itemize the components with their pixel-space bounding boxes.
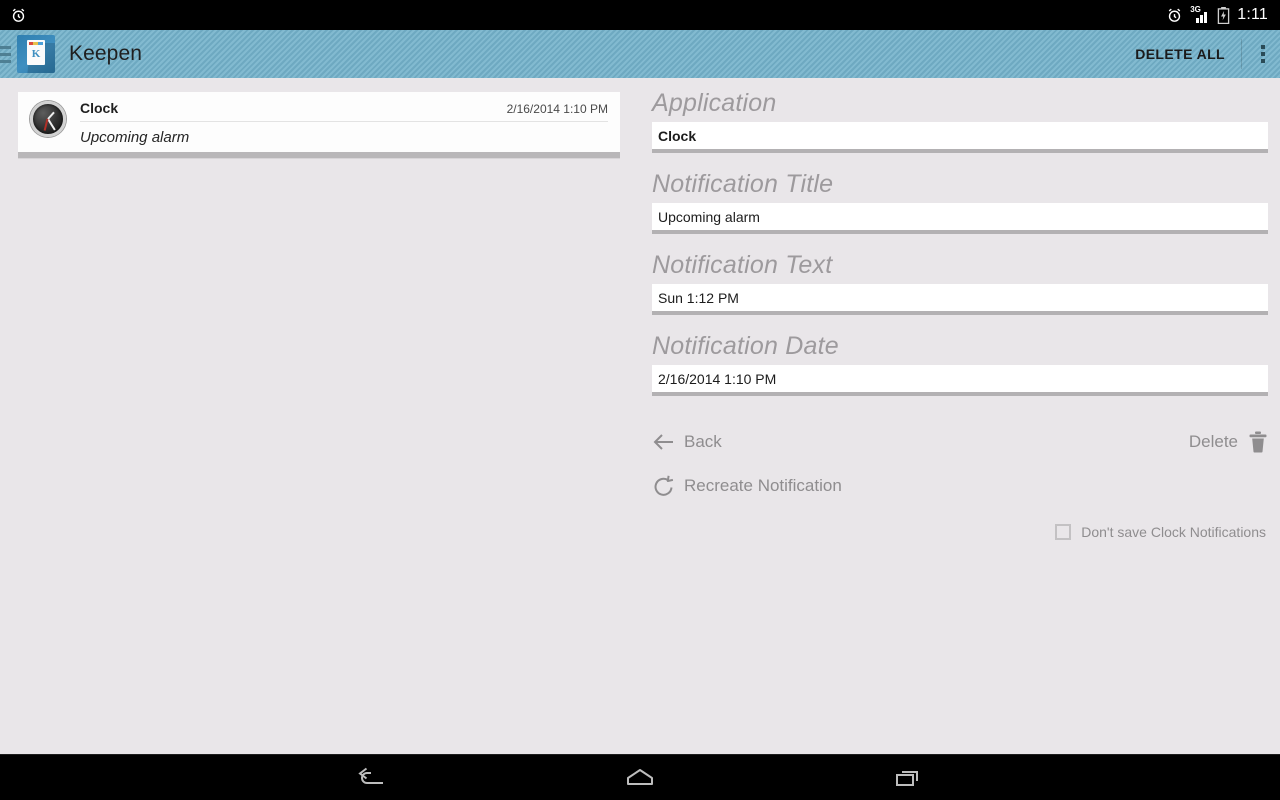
application-value: Clock [658,127,697,144]
action-row-primary: Back Delete [652,420,1268,464]
action-bar-divider [1241,39,1242,69]
back-label: Back [684,432,722,451]
application-field[interactable]: Clock [652,122,1268,153]
list-item-app-name: Clock [80,100,119,116]
app-screen: 3G 1:11 K Keepen DELETE ALL Clock 2/16/2… [0,0,1280,800]
notification-text-value: Sun 1:12 PM [658,289,739,306]
dont-save-label: Don't save Clock Notifications [1081,524,1266,540]
keepen-app-icon[interactable]: K [17,35,55,73]
notification-list-pane: Clock 2/16/2014 1:10 PM Upcoming alarm [0,78,636,754]
notification-date-value: 2/16/2014 1:10 PM [658,370,777,387]
notification-title-field[interactable]: Upcoming alarm [652,203,1268,234]
dont-save-row[interactable]: Don't save Clock Notifications [652,524,1268,540]
dont-save-checkbox[interactable] [1055,524,1072,540]
action-bar-right: DELETE ALL [1123,30,1280,78]
detail-actions: Back Delete Recreate Notification Don't … [652,420,1268,540]
notification-date-label: Notification Date [652,332,839,360]
nav-home-icon[interactable] [610,755,670,800]
status-bar-clock: 1:11 [1237,6,1268,23]
system-navigation-bar [0,754,1280,800]
network-type-label: 3G [1190,5,1201,14]
list-item-text: Upcoming alarm [80,129,190,146]
notification-date-field[interactable]: 2/16/2014 1:10 PM [652,365,1268,396]
delete-all-button[interactable]: DELETE ALL [1123,46,1237,62]
arrow-left-icon [652,430,676,454]
alarm-clock-icon-right [1166,7,1183,24]
notification-title-label: Notification Title [652,170,834,198]
clock-app-icon [30,101,66,137]
list-item[interactable]: Clock 2/16/2014 1:10 PM Upcoming alarm [18,92,620,158]
alarm-clock-icon [10,7,27,24]
overflow-menu-icon[interactable] [1246,30,1280,78]
notification-title-value: Upcoming alarm [658,208,760,225]
delete-button[interactable]: Delete [1189,431,1268,453]
action-row-secondary: Recreate Notification [652,464,1268,508]
list-item-timestamp: 2/16/2014 1:10 PM [506,102,608,116]
delete-label: Delete [1188,432,1238,451]
nav-back-icon[interactable] [342,755,402,800]
drawer-indicator-icon[interactable] [0,30,14,78]
back-button[interactable]: Back [652,430,722,454]
notification-text-label: Notification Text [652,251,833,279]
trash-icon [1248,431,1268,453]
notification-text-field[interactable]: Sun 1:12 PM [652,284,1268,315]
recreate-notification-button[interactable]: Recreate Notification [652,474,842,498]
application-label: Application [652,89,777,117]
app-icon-letter: K [31,48,41,60]
nav-recents-icon[interactable] [878,755,938,800]
content-area: Clock 2/16/2014 1:10 PM Upcoming alarm A… [0,78,1280,754]
refresh-counterclockwise-icon [652,474,676,498]
status-bar: 3G 1:11 [0,0,1280,30]
action-bar: K Keepen DELETE ALL [0,30,1280,78]
app-title: Keepen [69,42,143,65]
status-bar-left [0,7,27,24]
notification-detail-pane: Application Clock Notification Title Upc… [636,78,1280,754]
battery-charging-icon [1217,6,1230,24]
signal-bars-icon: 3G [1190,5,1210,24]
recreate-notification-label: Recreate Notification [684,476,842,495]
status-bar-right: 3G 1:11 [1166,5,1280,24]
